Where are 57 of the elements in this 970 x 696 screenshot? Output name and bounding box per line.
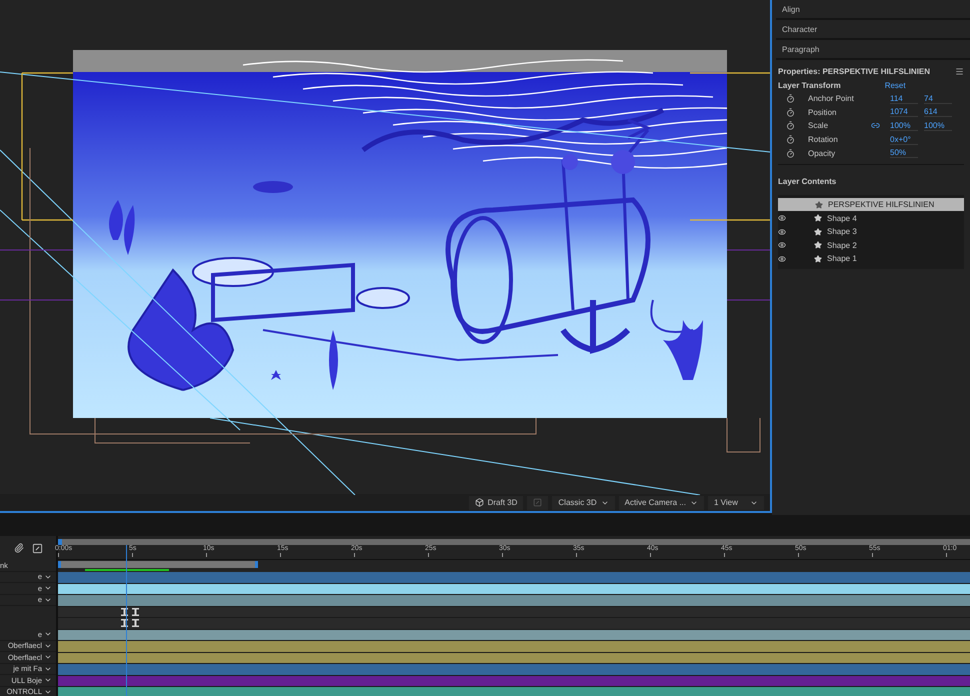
- panel-header[interactable]: Character: [776, 20, 970, 40]
- eye-icon[interactable]: [778, 254, 786, 263]
- view-dropdown[interactable]: Classic 3D: [552, 496, 615, 510]
- star-icon: [814, 241, 822, 250]
- layer-content-item[interactable]: Shape 2: [778, 238, 964, 252]
- star-icon: [814, 228, 822, 236]
- cube-icon: [474, 498, 484, 507]
- property-value[interactable]: 114: [890, 94, 918, 104]
- layer-bar[interactable]: [58, 641, 970, 652]
- stopwatch-icon[interactable]: [786, 108, 795, 117]
- layer-content-item[interactable]: Shape 4: [778, 211, 964, 225]
- layer-content-item[interactable]: Shape 1: [778, 252, 964, 266]
- reset-link[interactable]: Reset: [884, 80, 906, 90]
- layer-bar[interactable]: [58, 630, 970, 641]
- keyframe-icon[interactable]: [132, 608, 139, 616]
- property-value[interactable]: 614: [924, 107, 952, 118]
- link-icon[interactable]: [870, 121, 880, 130]
- property-value[interactable]: 50%: [890, 148, 918, 158]
- star-icon: [814, 254, 822, 263]
- property-name: Rotation: [808, 135, 839, 144]
- star-icon: [815, 200, 823, 209]
- panel-header[interactable]: Paragraph: [776, 40, 970, 60]
- keyframe-icon[interactable]: [121, 619, 128, 628]
- property-name: Scale: [808, 121, 830, 130]
- stopwatch-icon[interactable]: [786, 121, 795, 130]
- layer-bar[interactable]: [58, 595, 970, 606]
- property-name: Position: [808, 108, 838, 117]
- properties-title: Properties: PERSPEKTIVE HILFSLINIEN: [778, 66, 930, 76]
- draft-3d-toggle[interactable]: Draft 3D: [468, 496, 524, 510]
- layer-content-item[interactable]: PERSPEKTIVE HILFSLINIEN: [778, 198, 964, 212]
- property-value[interactable]: 100%: [924, 120, 952, 131]
- menu-icon[interactable]: [955, 66, 964, 76]
- stopwatch-icon[interactable]: [786, 148, 795, 158]
- eye-icon[interactable]: [778, 228, 786, 236]
- paperclip-icon[interactable]: [14, 543, 24, 553]
- property-value[interactable]: 0x+0°: [890, 134, 918, 145]
- eye-icon[interactable]: [778, 214, 786, 222]
- stopwatch-icon[interactable]: [786, 94, 795, 104]
- view-dropdown[interactable]: 1 View: [708, 496, 764, 510]
- star-icon: [814, 214, 822, 222]
- panel-header[interactable]: Align: [776, 0, 970, 20]
- keyframe-icon[interactable]: [121, 608, 128, 616]
- property-name: Opacity: [808, 148, 836, 158]
- layer-bar[interactable]: [58, 652, 970, 664]
- stopwatch-icon[interactable]: [786, 135, 795, 144]
- keyframe-icon[interactable]: [132, 619, 139, 628]
- eye-icon[interactable]: [778, 241, 786, 250]
- square-slash-icon[interactable]: [32, 542, 43, 554]
- layer-bar[interactable]: [58, 584, 970, 595]
- property-value[interactable]: 100%: [890, 120, 918, 131]
- property-name: Anchor Point: [808, 94, 855, 104]
- layer-content-item[interactable]: Shape 3: [778, 224, 964, 238]
- property-value[interactable]: 74: [924, 94, 952, 104]
- section-title: Layer Transform: [778, 80, 841, 90]
- view-dropdown[interactable]: Active Camera ...: [618, 496, 704, 510]
- property-value[interactable]: 1074: [890, 107, 918, 118]
- section-title: Layer Contents: [778, 176, 836, 186]
